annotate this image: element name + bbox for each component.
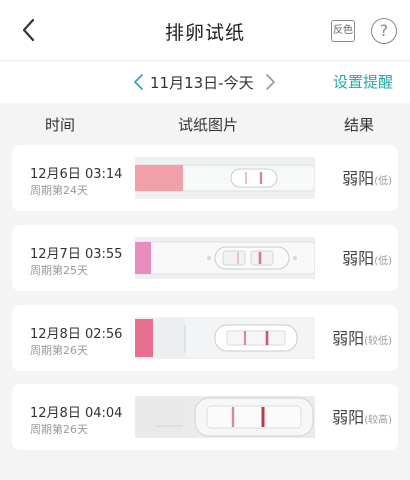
test-record-row[interactable]: 12月8日 02:56 周期第26天 弱阳(较低): [12, 305, 398, 371]
test-strip-image[interactable]: [135, 317, 315, 359]
result-label: 弱阳: [342, 169, 375, 188]
test-record-row[interactable]: 12月6日 03:14 周期第24天 弱阳(低): [12, 145, 398, 211]
date-navigator: 11月13日-今天 设置提醒: [0, 60, 410, 103]
test-record-row[interactable]: 12月7日 03:55 周期第25天 弱阳(低): [12, 225, 398, 291]
column-header-time: 时间: [45, 116, 76, 134]
record-datetime: 12月8日 04:04: [30, 406, 123, 421]
result-window: [230, 168, 278, 188]
record-cycle-day: 周期第26天: [30, 344, 88, 357]
record-cycle-day: 周期第24天: [30, 184, 88, 197]
record-result: 弱阳(低): [342, 165, 392, 189]
record-datetime: 12月8日 02:56: [30, 327, 123, 342]
column-header-result: 结果: [344, 116, 375, 134]
header: 排卵试纸 反色 ?: [0, 0, 410, 60]
column-header-image: 试纸图片: [178, 116, 239, 134]
strip-cap: [135, 319, 153, 357]
result-level: (较高): [364, 415, 392, 426]
chevron-left-icon[interactable]: [132, 73, 146, 91]
test-record-row[interactable]: 12月8日 04:04 周期第26天 弱阳(较高): [12, 384, 398, 450]
strip-cap: [135, 402, 183, 432]
window-slot: [206, 405, 302, 429]
test-strip-image[interactable]: [135, 157, 315, 199]
current-date: 11月13日-今天: [150, 74, 254, 92]
record-datetime: 12月7日 03:55: [30, 247, 123, 262]
test-strip-image[interactable]: [135, 396, 315, 438]
result-level: (较低): [364, 336, 392, 347]
record-cycle-day: 周期第25天: [30, 264, 88, 277]
set-reminder-link[interactable]: 设置提醒: [333, 71, 393, 92]
test-strip-image[interactable]: [135, 237, 315, 279]
window-slot: [226, 330, 286, 346]
chevron-right-icon[interactable]: [263, 73, 277, 91]
column-headers: 时间 试纸图片 结果: [0, 102, 410, 142]
strip-cap: [135, 242, 151, 274]
app: 排卵试纸 反色 ? 11月13日-今天 设置提醒 时间 试纸图片 结果 12月6…: [0, 0, 410, 480]
record-datetime: 12月6日 03:14: [30, 167, 123, 182]
strip-handle: [153, 319, 185, 357]
result-label: 弱阳: [332, 408, 365, 427]
record-result: 弱阳(较低): [332, 325, 392, 349]
window-chamber-right: [250, 250, 274, 266]
result-label: 弱阳: [332, 329, 365, 348]
window-dot-left: [207, 256, 211, 260]
record-cycle-day: 周期第26天: [30, 423, 88, 436]
strip-cap: [135, 165, 183, 191]
result-label: 弱阳: [342, 249, 375, 268]
window-chamber-left: [222, 250, 246, 266]
record-result: 弱阳(较高): [332, 404, 392, 428]
window-dot-right: [293, 256, 297, 260]
result-level: (低): [374, 256, 392, 267]
record-result: 弱阳(低): [342, 245, 392, 269]
invert-color-button[interactable]: 反色: [331, 20, 355, 42]
result-level: (低): [374, 176, 392, 187]
help-icon[interactable]: ?: [371, 18, 397, 44]
